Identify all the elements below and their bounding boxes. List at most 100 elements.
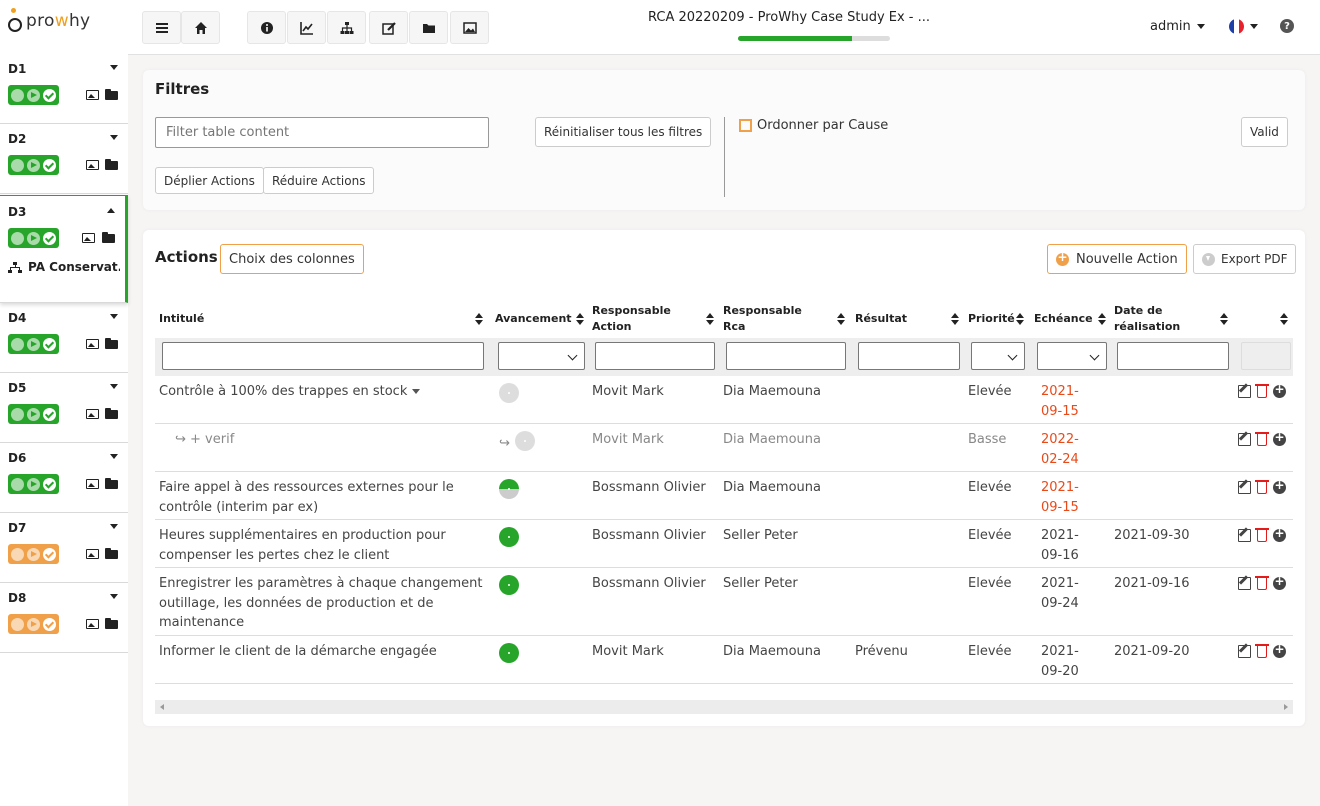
- image-icon[interactable]: [86, 160, 99, 170]
- sidebar-section-d8[interactable]: D8: [0, 582, 128, 653]
- home-button[interactable]: [181, 11, 220, 44]
- filter-responsable-action-input[interactable]: [595, 342, 715, 370]
- sidebar-section-d6[interactable]: D6: [0, 442, 128, 513]
- edit-button[interactable]: [369, 11, 408, 44]
- status-pill[interactable]: [8, 544, 59, 564]
- chevron-down-icon[interactable]: [110, 454, 118, 459]
- trash-icon[interactable]: [1255, 432, 1269, 446]
- new-action-button[interactable]: Nouvelle Action: [1047, 244, 1187, 274]
- chevron-up-icon[interactable]: [107, 208, 115, 213]
- header-resultat[interactable]: Résultat: [855, 300, 963, 338]
- image-icon[interactable]: [86, 90, 99, 100]
- language-menu[interactable]: [1229, 19, 1258, 34]
- intitule-cell[interactable]: Enregistrer les paramètres à chaque chan…: [159, 574, 485, 633]
- filter-resultat-input[interactable]: [858, 342, 960, 370]
- horizontal-scrollbar[interactable]: [155, 700, 1293, 714]
- edit-icon[interactable]: [1238, 481, 1251, 494]
- chevron-down-icon[interactable]: [110, 65, 118, 70]
- folder-icon[interactable]: [105, 159, 118, 170]
- status-pill[interactable]: [8, 85, 59, 105]
- chevron-down-icon[interactable]: [110, 594, 118, 599]
- plus-circle-icon[interactable]: [1273, 574, 1286, 590]
- edit-icon[interactable]: [1238, 385, 1251, 398]
- table-row[interactable]: Faire appel à des ressources externes po…: [155, 472, 1293, 520]
- folder-icon[interactable]: [105, 338, 118, 349]
- header-responsable-action[interactable]: Responsable Action: [592, 300, 718, 338]
- image-icon[interactable]: [86, 409, 99, 419]
- intitule-cell[interactable]: Heures supplémentaires en production pou…: [159, 526, 485, 565]
- header-actions[interactable]: [1238, 300, 1292, 338]
- sort-icon[interactable]: [1016, 313, 1024, 325]
- header-intitule[interactable]: Intitulé: [159, 300, 487, 338]
- folder-icon[interactable]: [105, 478, 118, 489]
- chart-button[interactable]: [287, 11, 326, 44]
- sidebar-subitem[interactable]: PA Conservat...: [8, 260, 120, 274]
- status-pill[interactable]: [8, 614, 59, 634]
- filter-echeance-select[interactable]: [1037, 342, 1107, 370]
- folder-icon[interactable]: [105, 89, 118, 100]
- user-menu[interactable]: admin: [1150, 19, 1205, 34]
- table-row[interactable]: Heures supplémentaires en production pou…: [155, 520, 1293, 568]
- expand-actions-button[interactable]: Déplier Actions: [155, 167, 264, 194]
- filter-date-realisation-input[interactable]: [1117, 342, 1229, 370]
- trash-icon[interactable]: [1255, 644, 1269, 658]
- folder-icon[interactable]: [105, 548, 118, 559]
- sidebar-section-d7[interactable]: D7: [0, 512, 128, 583]
- image-icon[interactable]: [86, 339, 99, 349]
- prowhy-logo[interactable]: prowhy: [8, 6, 90, 36]
- table-row[interactable]: Contrôle à 100% des trappes en stock Movi…: [155, 376, 1293, 424]
- status-pill[interactable]: [8, 404, 59, 424]
- trash-icon[interactable]: [1255, 576, 1269, 590]
- image-icon[interactable]: [82, 233, 95, 243]
- status-pill[interactable]: [8, 334, 59, 354]
- chevron-down-icon[interactable]: [110, 314, 118, 319]
- plus-circle-icon[interactable]: [1273, 526, 1286, 542]
- filter-intitule-input[interactable]: [162, 342, 484, 370]
- filter-search-input[interactable]: [155, 117, 489, 148]
- status-pill[interactable]: [8, 228, 59, 248]
- edit-icon[interactable]: [1238, 577, 1251, 590]
- plus-circle-icon[interactable]: [1273, 430, 1286, 446]
- header-priorite[interactable]: Priorité: [968, 300, 1028, 338]
- export-pdf-button[interactable]: Export PDF: [1193, 244, 1297, 274]
- sort-icon[interactable]: [1280, 313, 1288, 325]
- sort-icon[interactable]: [576, 313, 584, 325]
- trash-icon[interactable]: [1255, 528, 1269, 542]
- sidebar-section-d1[interactable]: D1: [0, 53, 128, 124]
- plus-circle-icon[interactable]: [1273, 382, 1286, 398]
- folder-icon[interactable]: [105, 408, 118, 419]
- trash-icon[interactable]: [1255, 480, 1269, 494]
- header-avancement[interactable]: Avancement: [495, 300, 588, 338]
- folder-button[interactable]: [409, 11, 448, 44]
- folder-icon[interactable]: [102, 232, 115, 243]
- table-subrow[interactable]: ↪ + verif ↪ Movit Mark Dia Maemouna Basse 202…: [155, 424, 1293, 472]
- table-row[interactable]: Enregistrer les paramètres à chaque chan…: [155, 568, 1293, 636]
- collapse-actions-button[interactable]: Réduire Actions: [263, 167, 375, 194]
- edit-icon[interactable]: [1238, 645, 1251, 658]
- valid-button[interactable]: Valid: [1241, 117, 1288, 147]
- intitule-cell[interactable]: ↪ + verif: [175, 430, 475, 450]
- header-date-realisation[interactable]: Date de réalisation: [1114, 300, 1232, 338]
- table-row[interactable]: Informer le client de la démarche engagé…: [155, 636, 1293, 684]
- sort-icon[interactable]: [1220, 313, 1228, 325]
- sidebar-section-d3[interactable]: D3 PA Conservat...: [0, 195, 128, 303]
- sort-icon[interactable]: [1098, 313, 1106, 325]
- edit-icon[interactable]: [1238, 433, 1251, 446]
- sidebar-section-d2[interactable]: D2: [0, 123, 128, 194]
- image-icon[interactable]: [86, 479, 99, 489]
- sort-icon[interactable]: [706, 313, 714, 325]
- help-icon[interactable]: ?: [1280, 19, 1294, 33]
- image-button[interactable]: [450, 11, 489, 44]
- image-icon[interactable]: [86, 619, 99, 629]
- header-echeance[interactable]: Echéance: [1034, 300, 1110, 338]
- edit-icon[interactable]: [1238, 529, 1251, 542]
- status-pill[interactable]: [8, 474, 59, 494]
- sort-icon[interactable]: [951, 313, 959, 325]
- menu-button[interactable]: [142, 11, 181, 44]
- filter-responsable-rca-input[interactable]: [726, 342, 846, 370]
- trash-icon[interactable]: [1255, 384, 1269, 398]
- chevron-down-icon[interactable]: [110, 524, 118, 529]
- filter-priorite-select[interactable]: [971, 342, 1025, 370]
- sidebar-section-d4[interactable]: D4: [0, 302, 128, 373]
- sitemap-button[interactable]: [327, 11, 366, 44]
